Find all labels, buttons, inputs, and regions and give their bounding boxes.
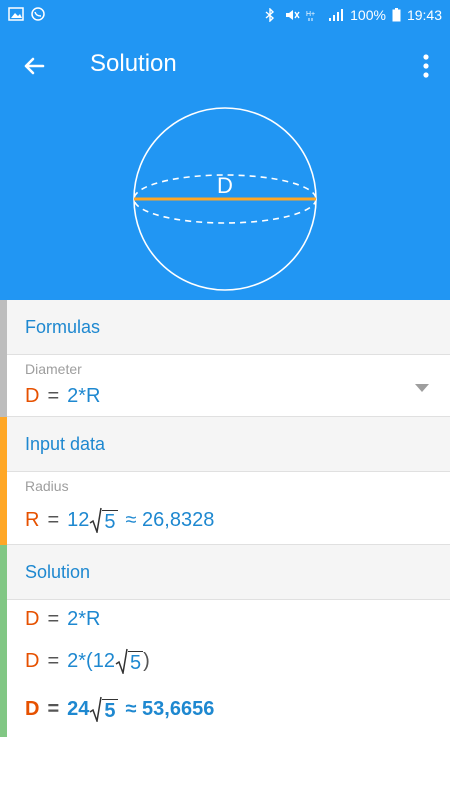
sqrt-symbol: 5 (89, 507, 118, 533)
formula-diameter-item[interactable]: Diameter D = 2*R (0, 355, 450, 417)
input-data-title: Input data (25, 434, 106, 454)
gallery-notification-icon (8, 7, 24, 21)
dropdown-arrow-icon[interactable] (414, 383, 430, 393)
solution-result: D = 24 5 ≈ 53,6656 (25, 696, 215, 722)
back-arrow-icon[interactable] (18, 50, 50, 82)
mute-icon (286, 10, 300, 20)
sqrt-symbol: 5 (115, 648, 144, 674)
radius-input-item[interactable]: Radius R = 12 5 ≈ 26,8328 (0, 472, 450, 545)
formula-equation: D = 2*R (25, 385, 101, 407)
radius-equation: R = 12 5 ≈ 26,8328 (25, 507, 215, 533)
bluetooth-icon (265, 8, 275, 22)
header-panel: H+ 100% 19:43 Solution D (0, 0, 450, 300)
app-bar: Solution (0, 32, 450, 98)
solution-title: Solution (25, 562, 91, 582)
viber-notification-icon (31, 7, 45, 21)
solution-section: Solution D = 2*R D = 2*( 12 5 ) D = 24 5 (0, 545, 450, 737)
battery-icon (392, 8, 401, 22)
solution-step-1: D = 2*R (25, 608, 101, 630)
svg-text:H+: H+ (306, 11, 315, 18)
diameter-label: D (217, 173, 233, 198)
formula-label: Diameter (25, 361, 82, 377)
radius-label: Radius (25, 478, 69, 494)
formulas-header: Formulas (0, 300, 450, 355)
more-options-icon[interactable] (416, 50, 436, 82)
formulas-section: Formulas Diameter D = 2*R (0, 300, 450, 417)
input-data-section: Input data Radius R = 12 5 ≈ 26,8328 (0, 417, 450, 545)
status-bar: H+ 100% 19:43 (0, 0, 450, 32)
solution-step-2: D = 2*( 12 5 ) (25, 648, 150, 674)
formulas-color-bar (0, 300, 7, 417)
page-title: Solution (90, 50, 177, 77)
formulas-title: Formulas (25, 317, 101, 337)
input-data-header: Input data (0, 417, 450, 472)
clock: 19:43 (406, 7, 442, 23)
solution-color-bar (0, 545, 7, 737)
solution-header: Solution (0, 545, 450, 600)
battery-percent: 100% (350, 7, 386, 23)
solution-steps: D = 2*R D = 2*( 12 5 ) D = 24 5 ≈ 53,665… (0, 600, 450, 737)
network-hplus-icon: H+ (306, 11, 315, 21)
sphere-diagram: D (133, 107, 317, 291)
signal-icon (329, 9, 344, 21)
sqrt-symbol: 5 (89, 696, 118, 722)
input-data-color-bar (0, 417, 7, 545)
